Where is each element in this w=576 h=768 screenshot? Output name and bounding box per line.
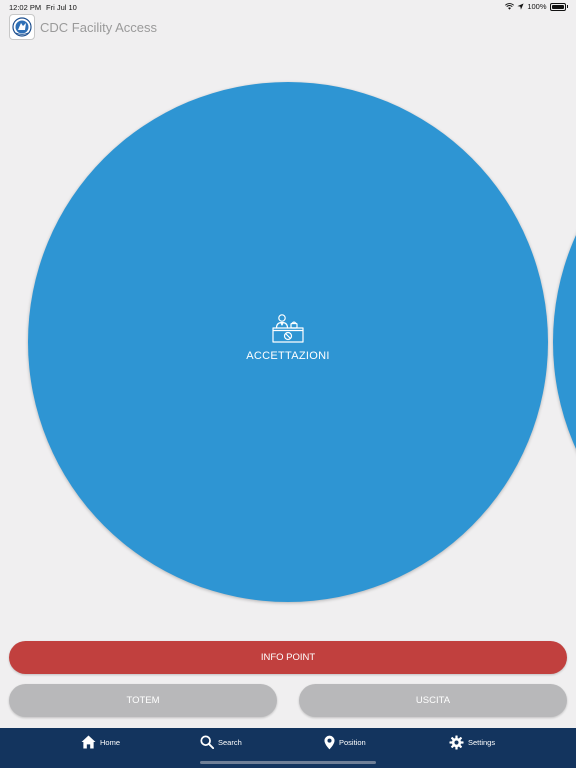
accettazioni-circle-button[interactable]: ACCETTAZIONI bbox=[28, 82, 548, 602]
tab-search-label: Search bbox=[218, 737, 242, 747]
tab-position[interactable]: Position bbox=[324, 735, 366, 750]
search-icon bbox=[200, 735, 214, 749]
app-title: CDC Facility Access bbox=[40, 19, 158, 35]
reception-desk-icon bbox=[272, 314, 304, 343]
uscita-button[interactable]: USCITA bbox=[299, 684, 567, 717]
gear-icon bbox=[449, 735, 464, 750]
tab-settings[interactable]: Settings bbox=[449, 735, 495, 750]
app-header: CDC Facility Access bbox=[9, 14, 157, 40]
tab-home-label: Home bbox=[100, 737, 121, 747]
battery-percent: 100% bbox=[527, 2, 547, 11]
circle-content: ACCETTAZIONI bbox=[28, 312, 548, 362]
location-arrow-icon bbox=[517, 3, 524, 10]
battery-icon bbox=[549, 2, 566, 11]
status-date: Fri Jul 10 bbox=[46, 3, 77, 12]
tab-position-label: Position bbox=[339, 738, 366, 747]
next-carousel-circle[interactable] bbox=[553, 82, 576, 602]
tab-settings-label: Settings bbox=[468, 738, 496, 747]
wifi-icon bbox=[505, 3, 515, 10]
circle-label: ACCETTAZIONI bbox=[246, 350, 330, 362]
tab-search[interactable]: Search bbox=[200, 735, 242, 749]
status-indicators: 100% bbox=[505, 2, 568, 11]
app-screen: 12:02 PM Fri Jul 10 100% CDC Facility Ac… bbox=[0, 0, 576, 768]
home-icon bbox=[81, 735, 96, 749]
status-bar: 12:02 PM Fri Jul 10 100% bbox=[0, 0, 576, 14]
cdc-logo-icon bbox=[9, 14, 35, 40]
home-indicator[interactable] bbox=[200, 761, 376, 764]
status-time: 12:02 PM bbox=[9, 3, 42, 12]
tab-home[interactable]: Home bbox=[81, 735, 120, 749]
totem-button[interactable]: TOTEM bbox=[9, 684, 277, 717]
info-point-button[interactable]: INFO POINT bbox=[9, 641, 567, 674]
map-pin-icon bbox=[324, 735, 335, 750]
battery-nub bbox=[566, 5, 568, 8]
